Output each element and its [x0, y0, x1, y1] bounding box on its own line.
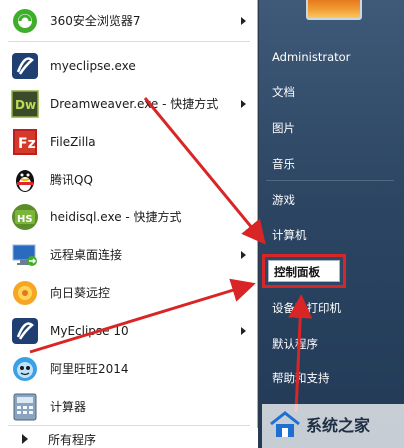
calculator-icon: [10, 392, 40, 422]
program-label: 阿里旺旺2014: [50, 362, 129, 376]
program-item-calculator[interactable]: 计算器: [0, 388, 258, 426]
play-arrow-icon: [22, 434, 28, 444]
submenu-arrow-icon: [241, 100, 246, 108]
devices-printers-link[interactable]: 设备和打印机: [272, 300, 341, 316]
control-panel-highlight: 控制面板: [262, 254, 346, 288]
program-item-qq[interactable]: 腾讯QQ: [0, 161, 258, 199]
filezilla-icon: Fz: [10, 127, 40, 157]
pictures-link[interactable]: 图片: [272, 120, 295, 136]
submenu-arrow-icon: [241, 327, 246, 335]
all-programs-label: 所有程序: [48, 433, 97, 447]
submenu-arrow-icon: [241, 17, 246, 25]
music-link[interactable]: 音乐: [272, 156, 295, 172]
default-programs-link[interactable]: 默认程序: [272, 336, 318, 352]
watermark-text: 系统之家: [306, 416, 371, 435]
program-item-filezilla[interactable]: Fz FileZilla: [0, 123, 258, 161]
myeclipse-10-icon: [10, 316, 40, 346]
program-label: 远程桌面连接: [50, 248, 123, 262]
remote-desktop-icon: [10, 240, 40, 270]
sunflower-icon: [10, 278, 40, 308]
myeclipse-icon: [10, 51, 40, 81]
heidisql-icon: HS: [10, 202, 40, 232]
program-list-panel: 360安全浏览器7 myeclipse.exe Dw Dreamweaver.e…: [0, 0, 258, 448]
program-item-aliwangwang[interactable]: 阿里旺旺2014: [0, 350, 258, 388]
svg-text:Dw: Dw: [15, 98, 36, 112]
divider: [8, 41, 250, 42]
watermark: 系统之家: [262, 404, 404, 448]
games-link[interactable]: 游戏: [272, 192, 295, 208]
program-label: Dreamweaver.exe - 快捷方式: [50, 97, 219, 111]
program-label: MyEclipse 10: [50, 324, 129, 338]
program-label: 腾讯QQ: [50, 173, 93, 187]
divider: [8, 425, 250, 426]
submenu-arrow-icon: [241, 251, 246, 259]
program-label: 计算器: [50, 400, 87, 414]
qq-penguin-icon: [10, 165, 40, 195]
program-label: heidisql.exe - 快捷方式: [50, 210, 182, 224]
program-label: FileZilla: [50, 135, 96, 149]
aliwangwang-icon: [10, 354, 40, 384]
360-browser-icon: [10, 6, 40, 36]
user-name-link[interactable]: Administrator: [272, 50, 350, 64]
program-item-dreamweaver[interactable]: Dw Dreamweaver.exe - 快捷方式: [0, 85, 258, 123]
all-programs-button[interactable]: 所有程序: [0, 428, 258, 448]
computer-link[interactable]: 计算机: [272, 227, 307, 243]
user-avatar[interactable]: [306, 0, 362, 20]
program-label: 向日葵远控: [50, 286, 111, 300]
house-logo-icon: [270, 411, 300, 437]
program-item-360-browser[interactable]: 360安全浏览器7: [0, 2, 258, 40]
documents-link[interactable]: 文档: [272, 84, 295, 100]
control-panel-link[interactable]: 控制面板: [268, 260, 340, 282]
program-label: myeclipse.exe: [50, 59, 136, 73]
program-item-sunflower[interactable]: 向日葵远控: [0, 274, 258, 312]
svg-text:HS: HS: [17, 214, 33, 225]
svg-text:Fz: Fz: [18, 136, 36, 152]
program-item-myeclipse-10[interactable]: MyEclipse 10: [0, 312, 258, 350]
help-support-link[interactable]: 帮助和支持: [272, 370, 330, 386]
program-item-remote-desktop[interactable]: 远程桌面连接: [0, 236, 258, 274]
program-item-myeclipse[interactable]: myeclipse.exe: [0, 47, 258, 85]
program-item-heidisql[interactable]: HS heidisql.exe - 快捷方式: [0, 198, 258, 236]
program-label: 360安全浏览器7: [50, 14, 141, 28]
control-panel-label: 控制面板: [274, 265, 320, 279]
divider: [266, 180, 394, 181]
dreamweaver-icon: Dw: [10, 89, 40, 119]
